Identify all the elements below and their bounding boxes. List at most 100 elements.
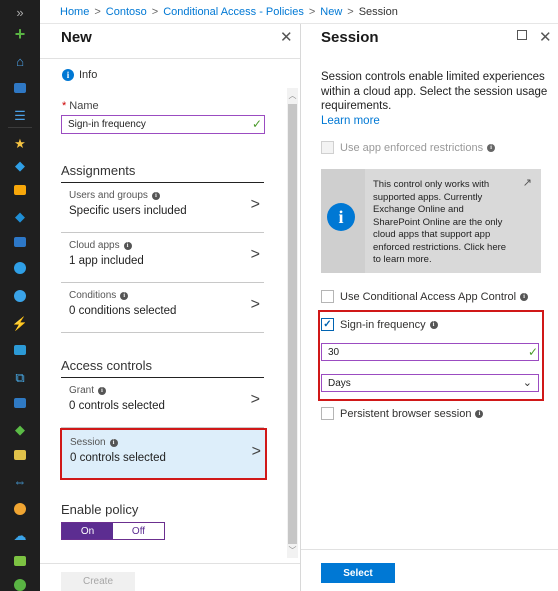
signin-frequency-label: Sign-in frequency	[340, 318, 426, 331]
maximize-icon[interactable]	[517, 30, 527, 40]
portal-left-rail: » + ⌂ ☰ ★ ◆ ◆ ⚡ ⧉ ◆ ⇔ ☁	[0, 0, 40, 591]
cas-app-control-row: Use Conditional Access App Control i	[321, 290, 529, 303]
new-blade-footer: Create	[40, 563, 300, 591]
monitor-icon[interactable]: ◆	[9, 420, 31, 438]
virtual-networks-icon[interactable]: ⧉	[9, 368, 31, 386]
cas-app-control-checkbox[interactable]	[321, 290, 334, 303]
toggle-off-option[interactable]: Off	[113, 523, 164, 539]
security-center-icon[interactable]: ⇔	[9, 472, 31, 490]
resource-groups-icon[interactable]: ◆	[9, 156, 31, 174]
session-description: Session controls enable limited experien…	[321, 70, 551, 128]
breadcrumb-new[interactable]: New	[320, 6, 342, 18]
app-enforced-restrictions-row: Use app enforced restrictions i	[321, 141, 496, 154]
learn-more-link[interactable]: Learn more	[321, 115, 380, 127]
breadcrumb-contoso[interactable]: Contoso	[106, 6, 147, 18]
chevron-right-icon: >	[250, 296, 260, 313]
cost-management-icon[interactable]	[9, 500, 31, 518]
info-icon: i	[109, 438, 118, 447]
cloud-apps-item[interactable]: Cloud apps i 1 app included >	[61, 233, 264, 283]
new-blade-title: New	[61, 29, 92, 46]
info-icon: i	[123, 241, 132, 250]
chevron-right-icon: >	[250, 196, 260, 213]
toggle-on-option[interactable]: On	[62, 523, 113, 539]
users-and-groups-label: Users and groups i	[69, 190, 160, 201]
info-link[interactable]: i Info	[62, 69, 97, 81]
chevron-down-icon: ⌄	[522, 377, 532, 389]
users-and-groups-value: Specific users included	[69, 205, 187, 217]
info-label: Info	[79, 69, 98, 81]
load-balancers-icon[interactable]: ⚡	[9, 314, 31, 332]
azure-ad-icon[interactable]	[9, 394, 31, 412]
cloud-apps-value: 1 app included	[69, 255, 144, 267]
policy-name-input[interactable]: Sign-in frequency	[61, 115, 265, 134]
storage-accounts-icon[interactable]	[9, 341, 31, 359]
session-description-text: Session controls enable limited experien…	[321, 71, 548, 112]
app-enforced-label: Use app enforced restrictions	[340, 141, 484, 154]
signin-frequency-checkbox[interactable]: ✓	[321, 318, 334, 331]
app-enforced-checkbox[interactable]	[321, 141, 334, 154]
conditions-value: 0 conditions selected	[69, 305, 177, 317]
breadcrumb-home[interactable]: Home	[60, 6, 89, 18]
persistent-session-label: Persistent browser session	[340, 407, 472, 420]
info-icon: i	[475, 409, 484, 418]
frequency-unit-select[interactable]: Days ⌄	[321, 374, 539, 392]
valid-check-icon: ✓	[528, 345, 539, 359]
new-blade-header: New ✕	[40, 24, 300, 50]
breadcrumb-separator: >	[308, 6, 316, 18]
breadcrumb-session: Session	[358, 6, 398, 18]
favorites-star-icon[interactable]: ★	[9, 134, 31, 152]
access-controls-heading: Access controls	[61, 358, 153, 373]
session-blade-footer: Select	[301, 549, 558, 591]
info-icon: i	[98, 386, 107, 395]
persistent-session-checkbox[interactable]	[321, 407, 334, 420]
app-enforced-info-box[interactable]: i This control only works with supported…	[321, 169, 541, 273]
new-blade-scrollbar[interactable]: ︿ ﹀	[287, 88, 298, 558]
enable-policy-toggle: On Off	[61, 522, 165, 540]
all-services-icon[interactable]: ☰	[9, 106, 31, 124]
app-services-icon[interactable]	[9, 181, 31, 199]
create-resource-icon[interactable]: +	[9, 25, 31, 43]
users-and-groups-item[interactable]: Users and groups i Specific users include…	[61, 183, 264, 233]
sql-databases-icon[interactable]	[9, 233, 31, 251]
grant-item[interactable]: Grant i 0 controls selected >	[61, 378, 264, 428]
breadcrumb-separator: >	[94, 6, 101, 18]
session-item[interactable]: Session i 0 controls selected >	[60, 428, 267, 480]
close-icon[interactable]: ✕	[280, 28, 293, 46]
close-icon[interactable]: ✕	[539, 28, 552, 46]
persistent-session-row: Persistent browser session i	[321, 407, 484, 420]
frequency-unit-value: Days	[328, 378, 351, 389]
dashboard-icon[interactable]	[9, 79, 31, 97]
create-button[interactable]: Create	[61, 572, 135, 591]
session-label: Session i	[70, 437, 118, 448]
enable-policy-heading: Enable policy	[61, 502, 139, 517]
scroll-down-icon[interactable]: ﹀	[287, 545, 298, 556]
function-apps-icon[interactable]: ◆	[9, 207, 31, 225]
expand-rail-icon[interactable]: »	[9, 3, 31, 21]
advisor-icon[interactable]	[9, 446, 31, 464]
info-icon: i	[151, 191, 160, 200]
home-icon[interactable]: ⌂	[9, 52, 31, 70]
conditions-label: Conditions i	[69, 290, 129, 301]
signin-frequency-row: ✓ Sign-in frequency i	[321, 318, 438, 331]
chevron-right-icon: >	[250, 246, 260, 263]
scrollbar-thumb[interactable]	[288, 104, 297, 544]
chevron-right-icon: >	[251, 443, 261, 460]
cosmos-db-icon[interactable]	[9, 259, 31, 277]
more-icon[interactable]	[9, 576, 31, 591]
breadcrumb-separator: >	[347, 6, 354, 18]
grant-label: Grant i	[69, 385, 107, 396]
breadcrumb-policies[interactable]: Conditional Access - Policies	[163, 6, 304, 18]
signin-frequency-input[interactable]: 30	[321, 343, 539, 361]
cloud-apps-label: Cloud apps i	[69, 240, 132, 251]
select-button[interactable]: Select	[321, 563, 395, 583]
lock-icon[interactable]	[9, 552, 31, 570]
assignments-heading: Assignments	[61, 163, 136, 178]
conditions-item[interactable]: Conditions i 0 conditions selected >	[61, 283, 264, 333]
virtual-machines-icon[interactable]	[9, 287, 31, 305]
external-link-icon[interactable]: ↗	[523, 176, 532, 189]
help-support-icon[interactable]: ☁	[9, 526, 31, 544]
rail-divider	[8, 127, 32, 128]
name-field-label: * Name	[62, 100, 99, 112]
scroll-up-icon[interactable]: ︿	[287, 90, 298, 101]
info-icon: i	[120, 291, 129, 300]
